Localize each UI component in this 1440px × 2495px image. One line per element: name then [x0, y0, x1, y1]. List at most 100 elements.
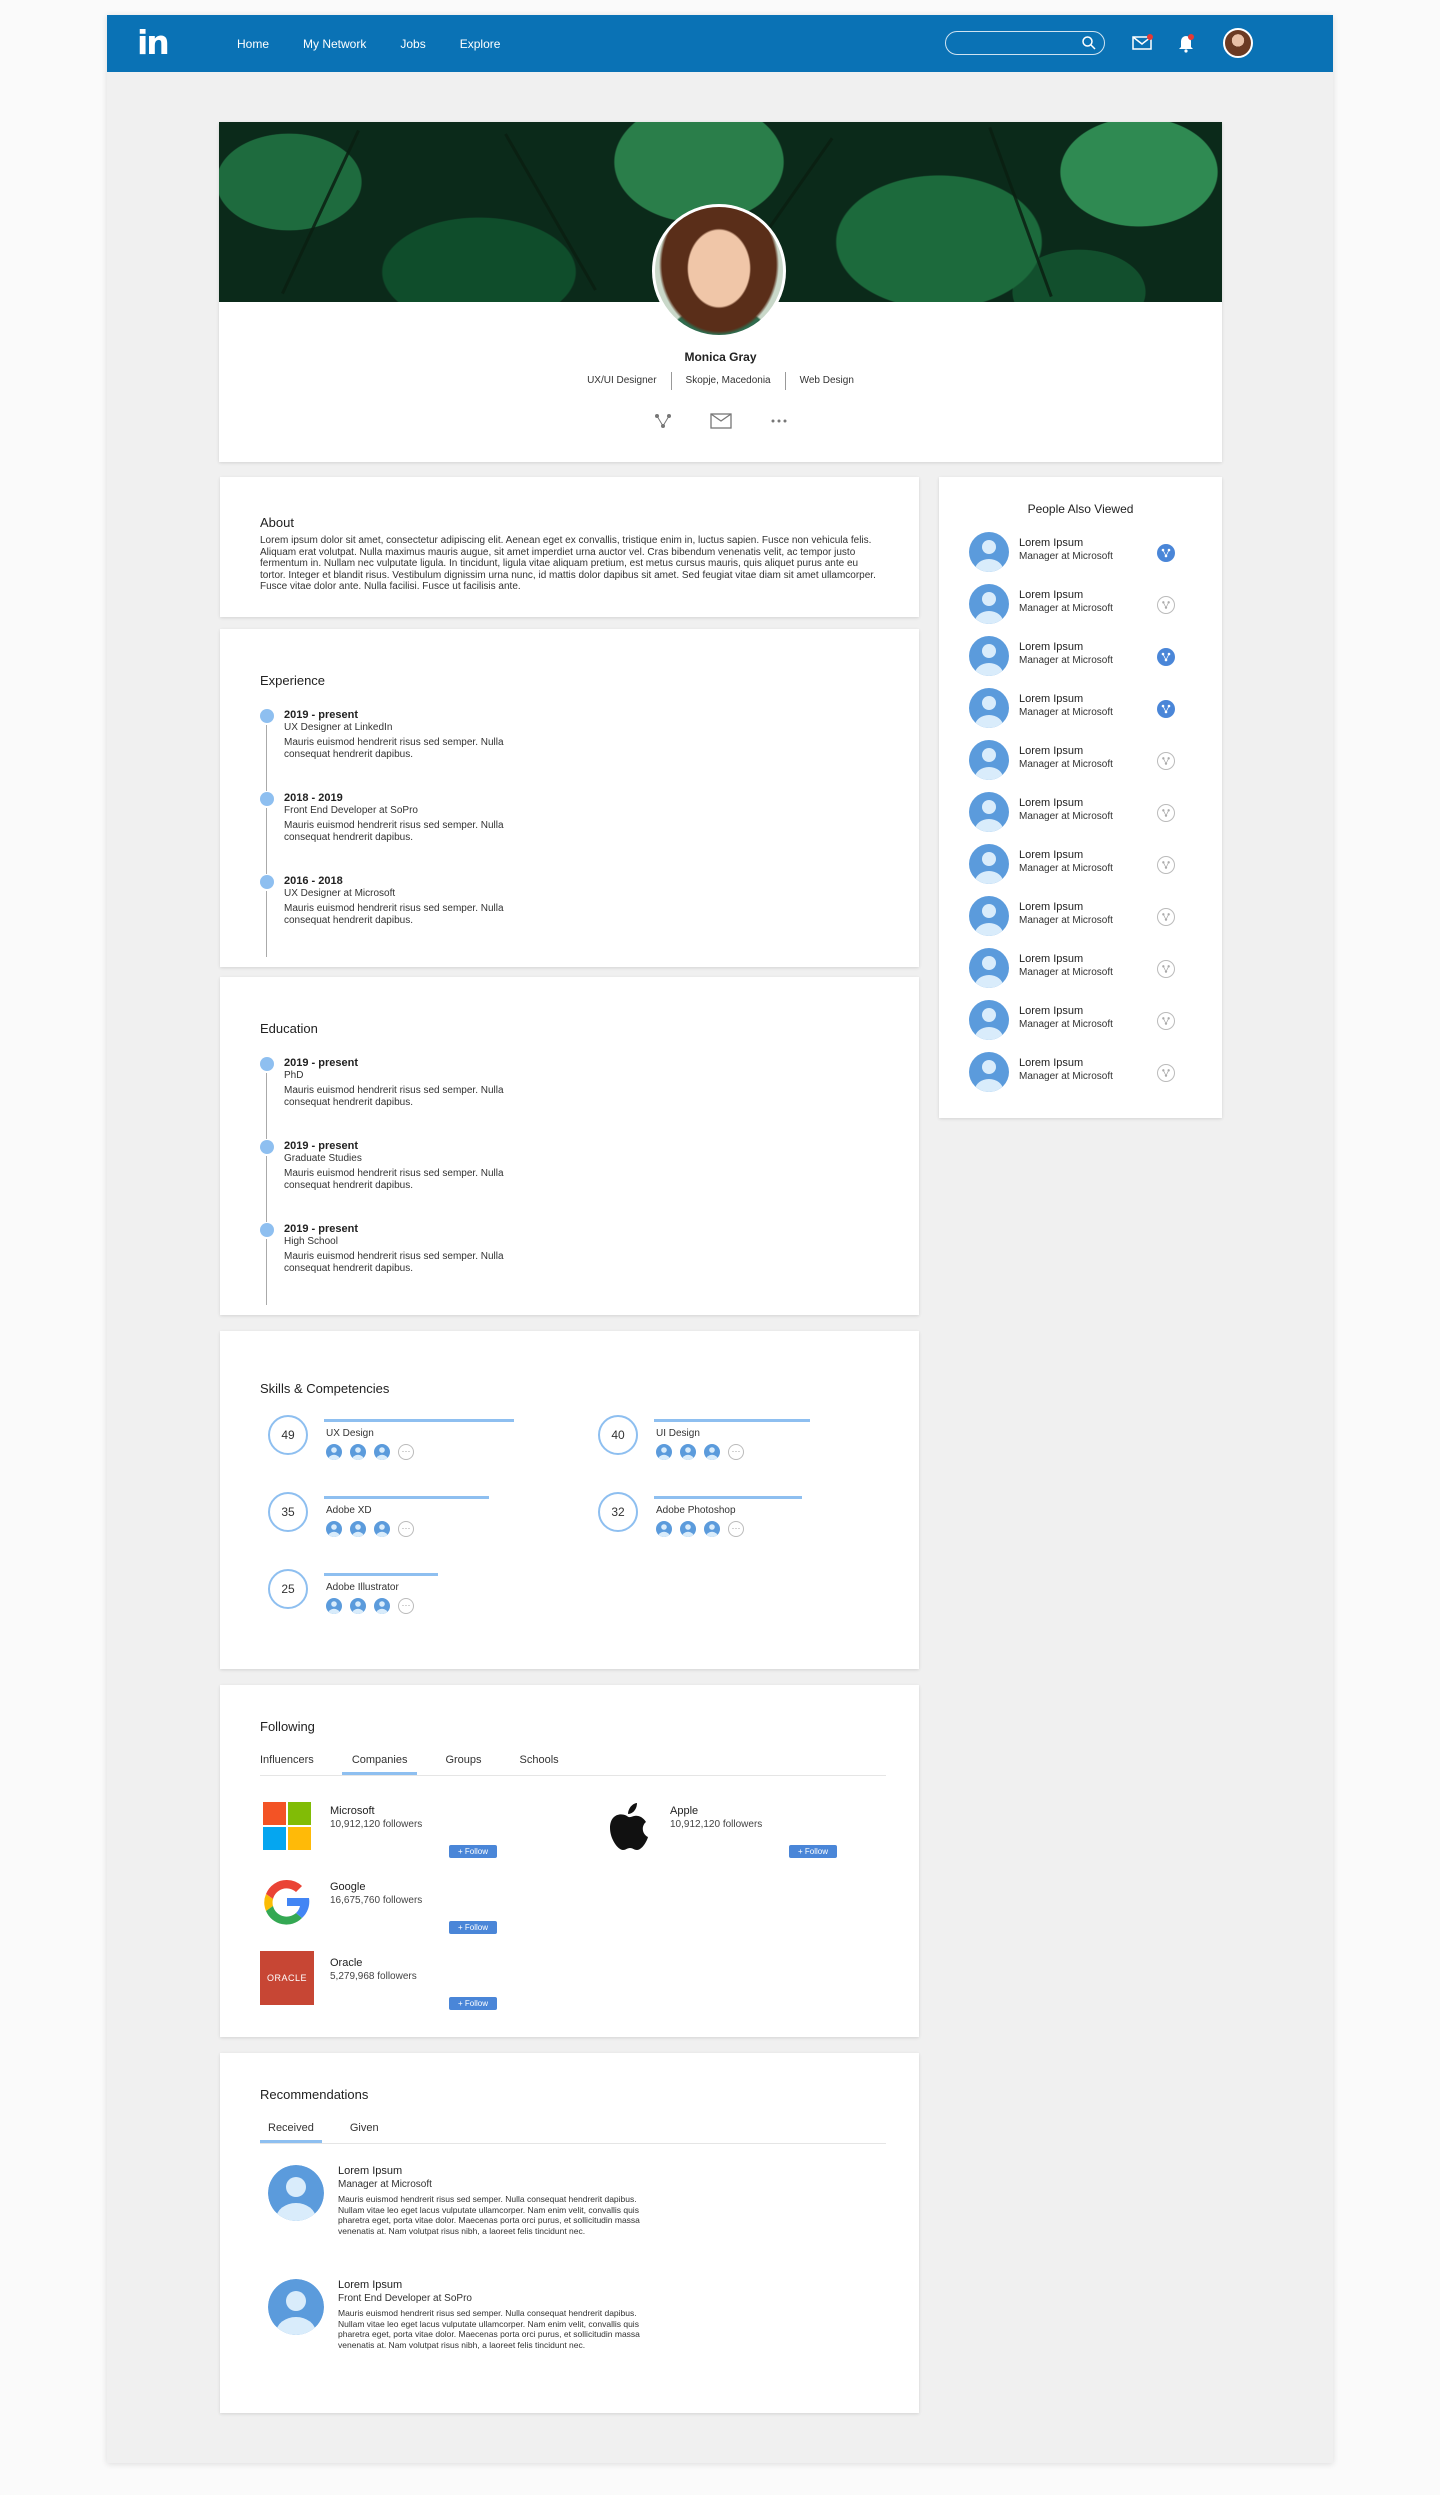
connect-icon[interactable] — [1157, 1064, 1175, 1082]
following-card: Following Influencers Companies Groups S… — [220, 1685, 919, 2037]
follow-button[interactable]: + Follow — [449, 1921, 497, 1934]
connect-icon[interactable] — [1157, 752, 1175, 770]
company-item: Google 16,675,760 followers + Follow — [260, 1875, 520, 1935]
connect-icon[interactable] — [1157, 596, 1175, 614]
linkedin-logo[interactable]: in — [137, 26, 171, 60]
experience-role: UX Designer at LinkedIn — [284, 722, 393, 733]
timeline-line — [266, 1156, 267, 1222]
search-icon[interactable] — [1081, 35, 1097, 51]
endorser-avatar — [350, 1598, 366, 1614]
recommender-role: Manager at Microsoft — [338, 2179, 432, 2190]
experience-desc: Mauris euismod hendrerit risus sed sempe… — [284, 737, 504, 760]
follow-button[interactable]: + Follow — [449, 1845, 497, 1858]
person-role: Manager at Microsoft — [1019, 707, 1113, 718]
avatar — [268, 2279, 324, 2335]
more-endorsers-button[interactable]: ··· — [728, 1444, 744, 1460]
people-list-item[interactable]: Lorem Ipsum Manager at Microsoft — [969, 792, 1189, 832]
user-avatar[interactable] — [1223, 28, 1253, 58]
people-list-item[interactable]: Lorem Ipsum Manager at Microsoft — [969, 844, 1189, 884]
person-name: Lorem Ipsum — [1019, 641, 1084, 653]
following-heading: Following — [260, 1719, 315, 1734]
people-list-item[interactable]: Lorem Ipsum Manager at Microsoft — [969, 688, 1189, 728]
avatar — [268, 2165, 324, 2221]
more-endorsers-button[interactable]: ··· — [398, 1444, 414, 1460]
tab-influencers[interactable]: Influencers — [260, 1749, 324, 1775]
people-list-item[interactable]: Lorem Ipsum Manager at Microsoft — [969, 1052, 1189, 1092]
notifications-bell-icon[interactable] — [1175, 32, 1197, 54]
tab-companies[interactable]: Companies — [341, 1749, 418, 1775]
person-role: Manager at Microsoft — [1019, 759, 1113, 770]
nav-home[interactable]: Home — [237, 37, 269, 51]
people-list-item[interactable]: Lorem Ipsum Manager at Microsoft — [969, 584, 1189, 624]
nav-jobs[interactable]: Jobs — [400, 37, 425, 51]
search-input[interactable] — [954, 33, 1082, 53]
timeline-dot — [260, 1140, 274, 1154]
endorser-avatar — [680, 1444, 696, 1460]
connect-icon[interactable] — [1157, 804, 1175, 822]
connect-icon[interactable] — [1157, 856, 1175, 874]
people-list-item[interactable]: Lorem Ipsum Manager at Microsoft — [969, 1000, 1189, 1040]
person-role: Manager at Microsoft — [1019, 915, 1113, 926]
more-endorsers-button[interactable]: ··· — [728, 1521, 744, 1537]
timeline-line — [266, 725, 267, 791]
message-icon[interactable] — [709, 413, 732, 429]
people-list-item[interactable]: Lorem Ipsum Manager at Microsoft — [969, 896, 1189, 936]
follow-button[interactable]: + Follow — [449, 1997, 497, 2010]
connect-icon[interactable] — [654, 413, 672, 429]
skill-name: Adobe Illustrator — [326, 1582, 399, 1593]
skill-name: Adobe XD — [326, 1505, 372, 1516]
person-name: Lorem Ipsum — [1019, 953, 1084, 965]
connect-icon[interactable] — [1157, 544, 1175, 562]
connect-icon[interactable] — [1157, 960, 1175, 978]
tab-received[interactable]: Received — [260, 2117, 322, 2143]
endorsement-count[interactable]: 40 — [598, 1415, 638, 1455]
education-degree: Graduate Studies — [284, 1153, 362, 1164]
endorsement-count[interactable]: 35 — [268, 1492, 308, 1532]
person-role: Manager at Microsoft — [1019, 1019, 1113, 1030]
google-logo — [264, 1879, 310, 1925]
person-name: Lorem Ipsum — [1019, 589, 1084, 601]
avatar — [969, 688, 1009, 728]
person-name: Lorem Ipsum — [1019, 849, 1084, 861]
experience-role: Front End Developer at SoPro — [284, 805, 418, 816]
endorsement-count[interactable]: 32 — [598, 1492, 638, 1532]
endorsement-count[interactable]: 25 — [268, 1569, 308, 1609]
people-list-item[interactable]: Lorem Ipsum Manager at Microsoft — [969, 532, 1189, 572]
profile-location: Skopje, Macedonia — [670, 372, 785, 390]
endorsement-count[interactable]: 49 — [268, 1415, 308, 1455]
people-list-item[interactable]: Lorem Ipsum Manager at Microsoft — [969, 740, 1189, 780]
more-options-icon[interactable] — [770, 413, 788, 429]
company-item: Microsoft 10,912,120 followers + Follow — [260, 1799, 520, 1859]
nav-my-network[interactable]: My Network — [303, 37, 366, 51]
company-item: Apple 10,912,120 followers + Follow — [600, 1799, 860, 1859]
recommender-name: Lorem Ipsum — [338, 2279, 403, 2291]
connect-icon[interactable] — [1157, 1012, 1175, 1030]
recommendation-tabs: Received Given — [260, 2117, 886, 2144]
avatar — [969, 792, 1009, 832]
people-list-item[interactable]: Lorem Ipsum Manager at Microsoft — [969, 948, 1189, 988]
endorser-avatar — [656, 1444, 672, 1460]
connect-icon[interactable] — [1157, 700, 1175, 718]
timeline-dot — [260, 875, 274, 889]
person-name: Lorem Ipsum — [1019, 745, 1084, 757]
education-period: 2019 - present — [284, 1057, 358, 1069]
more-endorsers-button[interactable]: ··· — [398, 1521, 414, 1537]
tab-groups[interactable]: Groups — [435, 1749, 491, 1775]
more-endorsers-button[interactable]: ··· — [398, 1598, 414, 1614]
follow-button[interactable]: + Follow — [789, 1845, 837, 1858]
person-role: Manager at Microsoft — [1019, 1071, 1113, 1082]
tab-given[interactable]: Given — [340, 2117, 389, 2143]
connect-icon[interactable] — [1157, 908, 1175, 926]
experience-period: 2016 - 2018 — [284, 875, 343, 887]
recommender-name: Lorem Ipsum — [338, 2165, 403, 2177]
timeline-line — [266, 891, 267, 957]
nav-explore[interactable]: Explore — [460, 37, 501, 51]
people-list-item[interactable]: Lorem Ipsum Manager at Microsoft — [969, 636, 1189, 676]
avatar — [969, 532, 1009, 572]
skill-item: 40 UI Design ··· — [598, 1415, 858, 1475]
messages-icon[interactable] — [1131, 32, 1153, 54]
connect-icon[interactable] — [1157, 648, 1175, 666]
tab-schools[interactable]: Schools — [510, 1749, 569, 1775]
person-role: Manager at Microsoft — [1019, 655, 1113, 666]
person-name: Lorem Ipsum — [1019, 797, 1084, 809]
